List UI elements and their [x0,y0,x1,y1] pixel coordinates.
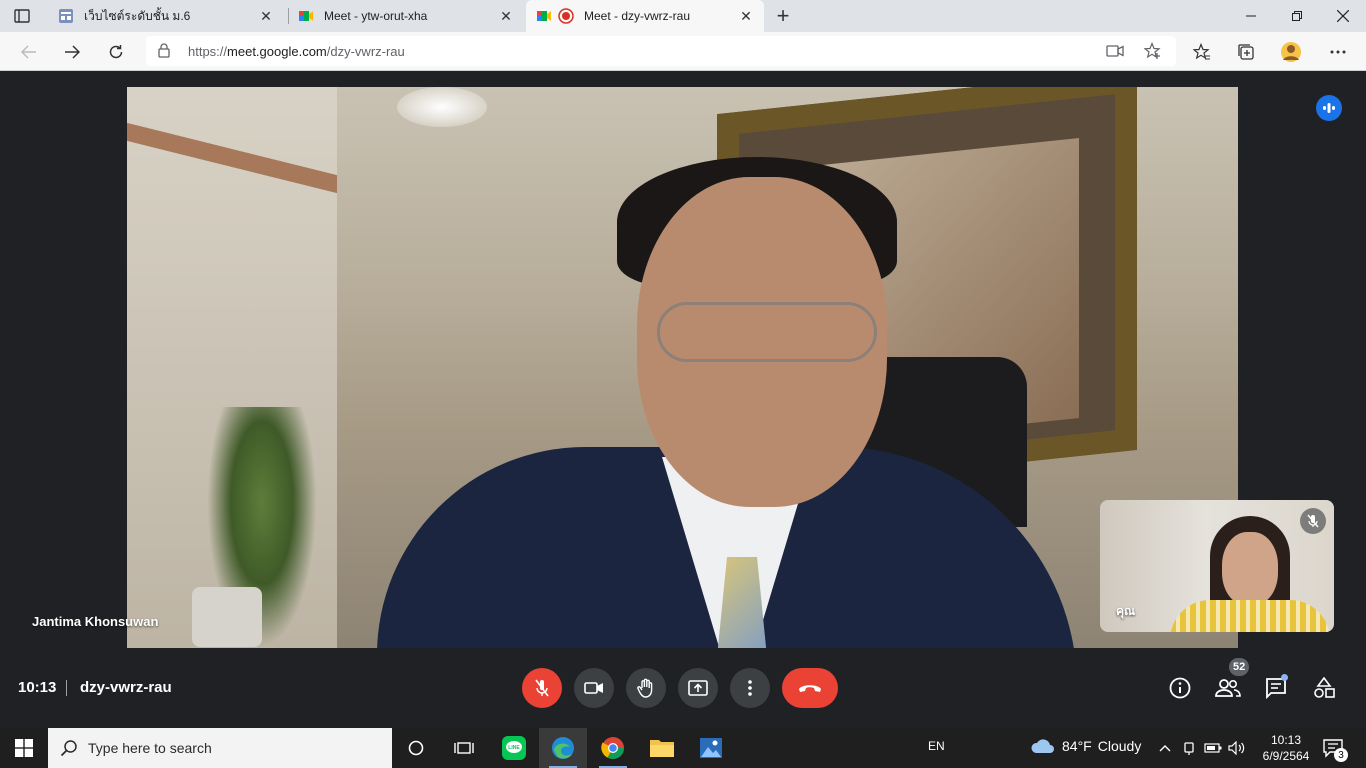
main-participant-video[interactable] [127,87,1238,648]
restore-button[interactable] [1274,0,1320,32]
browser-tab-strip: เว็บไซต์ระดับชั้น ม.6 ✕ Meet - ytw-orut-… [0,0,1366,32]
taskbar-search-box[interactable]: Type here to search [48,728,392,768]
self-figure [1170,600,1330,632]
meeting-code: dzy-vwrz-rau [80,679,172,696]
chrome-app-icon[interactable] [589,728,637,768]
tab-title: Meet - ytw-orut-xha [324,9,428,23]
self-figure [1170,510,1330,632]
photos-app-icon[interactable] [687,728,735,768]
camera-in-use-icon[interactable] [1104,41,1126,61]
browser-tab-1[interactable]: เว็บไซต์ระดับชั้น ม.6 ✕ [48,0,284,32]
show-hidden-icons-icon[interactable] [1156,739,1174,757]
favorites-button[interactable] [1187,37,1217,67]
task-view-button[interactable] [440,728,488,768]
close-icon[interactable]: ✕ [498,8,514,24]
forward-button[interactable] [57,37,87,67]
chat-unread-dot [1281,674,1288,681]
search-icon [60,739,78,762]
self-name-label: คุณ [1116,604,1136,618]
meet-controls-bar: 10:13 dzy-vwrz-rau 52 [0,658,1366,728]
new-tab-button[interactable]: + [770,3,796,28]
browser-toolbar: https://meet.google.com/dzy-vwrz-rau [0,32,1366,71]
recording-icon [558,8,574,24]
browser-tab-2[interactable]: Meet - ytw-orut-xha ✕ [288,0,524,32]
divider [66,680,67,696]
microphone-toggle-button[interactable] [522,668,562,708]
refresh-button[interactable] [101,37,131,67]
svg-text:LINE: LINE [508,745,520,751]
battery-icon[interactable] [1204,739,1222,757]
collections-button[interactable] [1231,37,1261,67]
sites-icon [58,8,74,24]
cloud-icon [1031,739,1054,753]
notification-count-badge: 3 [1334,748,1348,762]
line-app-icon[interactable]: LINE [490,728,538,768]
cortana-button[interactable] [392,728,440,768]
weather-temperature: 84°F [1062,738,1092,754]
url-host: meet.google.com [227,44,327,59]
tab-actions-button[interactable] [10,6,34,26]
speaking-indicator-icon[interactable] [1316,95,1342,121]
more-options-button[interactable] [730,668,770,708]
lock-icon[interactable] [158,43,170,63]
video-background [397,87,487,127]
activities-button[interactable] [1310,674,1338,702]
minimize-button[interactable] [1228,0,1274,32]
browser-tab-3[interactable]: Meet - dzy-vwrz-rau ✕ [526,0,764,32]
participants-count-badge: 52 [1229,658,1250,676]
close-icon[interactable]: ✕ [738,8,754,24]
weather-condition: Cloudy [1097,738,1142,754]
tab-title: เว็บไซต์ระดับชั้น ม.6 [84,8,191,23]
start-button[interactable] [0,728,48,768]
tab-title: Meet - dzy-vwrz-rau [584,9,691,23]
add-favorite-icon[interactable] [1142,41,1164,61]
address-bar[interactable]: https://meet.google.com/dzy-vwrz-rau [146,36,1176,66]
search-placeholder: Type here to search [88,740,212,756]
video-background [192,587,262,647]
file-explorer-icon[interactable] [638,728,686,768]
meet-stage: Jantima Khonsuwan คุณ [0,71,1366,668]
input-language[interactable]: EN [928,739,945,753]
main-participant-name: Jantima Khonsuwan [32,614,159,629]
raise-hand-button[interactable] [626,668,666,708]
system-clock[interactable]: 10:13 6/9/2564 [1254,732,1318,764]
close-icon[interactable]: ✕ [258,8,274,24]
present-screen-button[interactable] [678,668,718,708]
meeting-details-button[interactable] [1166,674,1194,702]
clock-date: 6/9/2564 [1262,749,1310,763]
participants-button[interactable] [1214,674,1242,702]
windows-taskbar: Type here to search LINE EN 84°F Cloudy … [0,728,1366,768]
weather-widget[interactable]: 84°F Cloudy [1030,737,1141,755]
meet-now-icon[interactable] [1180,739,1198,757]
edge-app-icon[interactable] [539,728,587,768]
meet-icon [298,8,314,24]
self-figure [1222,532,1278,606]
back-button[interactable] [14,37,44,67]
clock-time: 10:13 [1270,733,1302,747]
camera-toggle-button[interactable] [574,668,614,708]
meeting-time: 10:13 [18,679,57,696]
close-window-button[interactable] [1320,0,1366,32]
mic-off-icon [1300,508,1326,534]
volume-icon[interactable] [1228,739,1246,757]
url-path: /dzy-vwrz-rau [326,44,405,59]
url-text: https://meet.google.com/dzy-vwrz-rau [188,44,405,59]
meet-icon [536,8,552,24]
leave-call-button[interactable] [782,668,838,708]
url-prefix: https:// [188,44,228,59]
more-options-icon[interactable] [1323,37,1353,67]
self-video-tile[interactable]: คุณ [1100,500,1334,632]
participant-figure [657,302,877,362]
profile-avatar[interactable] [1276,37,1306,67]
